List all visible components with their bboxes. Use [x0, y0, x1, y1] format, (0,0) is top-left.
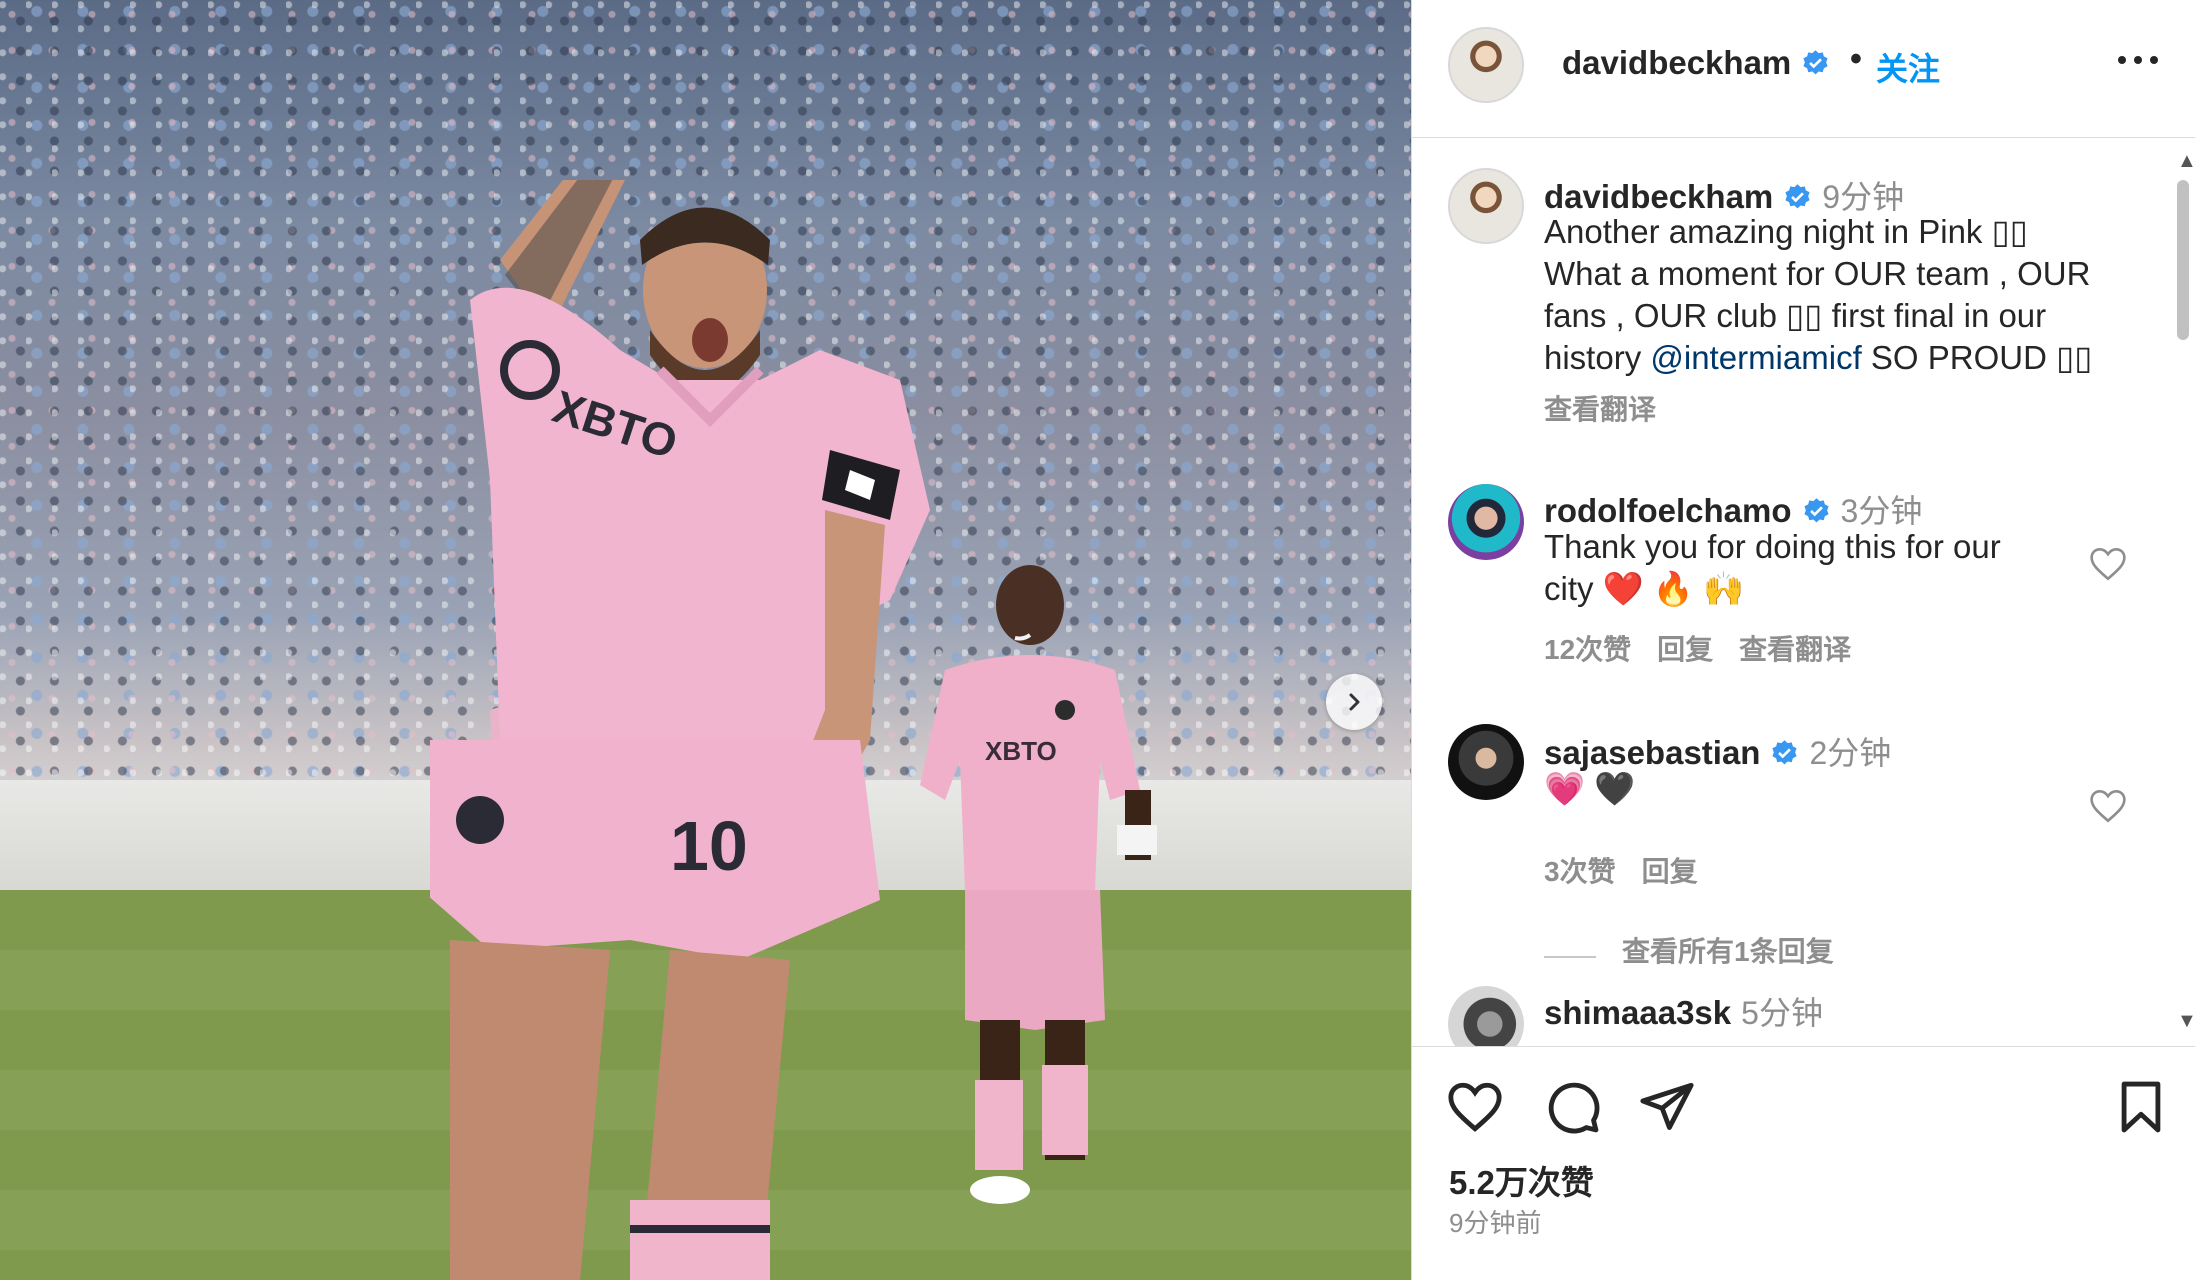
svg-text:10: 10: [670, 807, 748, 885]
caption-line: fans , OUR club ▯▯ first final in our: [1544, 297, 2047, 334]
comment-username[interactable]: rodolfoelchamo: [1544, 492, 1792, 529]
comment-username[interactable]: sajasebastian: [1544, 734, 1760, 771]
verified-badge-icon: [1772, 740, 1798, 765]
heart-icon[interactable]: [1446, 1078, 1504, 1136]
scroll-up-arrow-icon[interactable]: ▲: [2177, 150, 2195, 173]
caption-line: history @intermiamicf SO PROUD ▯▯: [1544, 337, 2164, 379]
comment-time: 5分钟: [1741, 995, 1823, 1031]
verified-badge-icon: [1803, 498, 1829, 523]
comment-avatar[interactable]: [1448, 986, 1524, 1046]
comments-scroll-area[interactable]: davidbeckham 9分钟 Another amazing night in…: [1412, 138, 2195, 1046]
author-avatar[interactable]: [1448, 27, 1524, 103]
comment-like-heart-icon[interactable]: [2088, 788, 2128, 824]
post-side-panel: davidbeckham • 关注 davidbeckham 9分钟 Anothe…: [1411, 0, 2195, 1280]
verified-badge-icon: [1803, 50, 1828, 75]
comment-time: 2分钟: [1809, 735, 1892, 771]
caption-line-text: SO PROUD ▯▯: [1861, 339, 2093, 376]
caption-line-text: history: [1544, 339, 1651, 376]
view-replies-line: [1544, 955, 1596, 958]
comment-line: city ❤️ 🔥 🙌: [1544, 570, 1745, 607]
more-horizontal-icon[interactable]: [2116, 50, 2160, 70]
paper-plane-icon[interactable]: [1638, 1078, 1696, 1136]
comment-reply-button[interactable]: 回复: [1642, 856, 1698, 887]
header-separator-dot: •: [1850, 40, 1862, 78]
comment-item: shimaaa3sk 5分钟: [1412, 984, 2195, 1046]
comment-username[interactable]: shimaaa3sk: [1544, 994, 1731, 1031]
main-player-celebrating: XBTO 10: [430, 180, 930, 1280]
caption-text: Another amazing night in Pink ▯▯ What a …: [1544, 211, 2164, 379]
comment-reply-button[interactable]: 回复: [1657, 634, 1713, 665]
comment-text: 💗 🖤: [1544, 770, 1636, 807]
comment-like-heart-icon[interactable]: [2088, 546, 2128, 582]
posted-time[interactable]: 9分钟前: [1449, 1203, 1541, 1240]
comment-likes-count[interactable]: 12次赞: [1544, 634, 1631, 665]
comment-meta-row: 3次赞 回复: [1544, 850, 1724, 890]
mention-link[interactable]: @intermiamicf: [1650, 339, 1861, 376]
caption-username[interactable]: davidbeckham: [1544, 178, 1773, 215]
follow-button[interactable]: 关注: [1876, 44, 1940, 90]
verified-badge-icon: [1785, 184, 1810, 209]
comment-header-row: shimaaa3sk 5分钟: [1544, 988, 1823, 1034]
comment-bubble-icon[interactable]: [1544, 1078, 1602, 1136]
chevron-right-icon: [1349, 693, 1360, 711]
caption-block: davidbeckham 9分钟 Another amazing night in…: [1412, 138, 2195, 438]
comment-item: sajasebastian 2分钟 💗 🖤 3次赞 回复 查看所有1条回复: [1412, 716, 2195, 967]
header-username-text[interactable]: davidbeckham: [1562, 44, 1791, 81]
caption-line: Another amazing night in Pink ▯▯: [1544, 213, 2028, 250]
bookmark-icon[interactable]: [2112, 1078, 2170, 1136]
caption-line: What a moment for OUR team , OUR: [1544, 255, 2091, 292]
next-image-button[interactable]: [1326, 674, 1382, 730]
comment-time: 3分钟: [1840, 493, 1923, 529]
view-replies-row[interactable]: 查看所有1条回复: [1544, 930, 1834, 970]
comment-line: Thank you for doing this for our: [1544, 528, 2001, 565]
scroll-down-arrow-icon[interactable]: ▼: [2177, 1010, 2195, 1033]
comment-likes-count[interactable]: 3次赞: [1544, 856, 1616, 887]
post-header: davidbeckham • 关注: [1412, 0, 2195, 138]
post-photo[interactable]: XBTO XBTO 10: [0, 0, 1411, 1280]
comment-translate-link[interactable]: 查看翻译: [1739, 634, 1851, 665]
comment-avatar[interactable]: [1448, 724, 1524, 800]
comment-meta-row: 12次赞 回复 查看翻译: [1544, 628, 1877, 668]
header-username[interactable]: davidbeckham: [1562, 44, 1830, 82]
caption-translate-link[interactable]: 查看翻译: [1544, 388, 1656, 428]
caption-time: 9分钟: [1822, 179, 1905, 215]
comment-avatar[interactable]: [1448, 484, 1524, 560]
likes-count[interactable]: 5.2万次赞: [1449, 1156, 1594, 1204]
caption-avatar[interactable]: [1448, 168, 1524, 244]
svg-text:XBTO: XBTO: [985, 736, 1057, 766]
view-replies-link[interactable]: 查看所有1条回复: [1622, 936, 1834, 967]
comment-text: Thank you for doing this for our city ❤️…: [1544, 526, 2001, 610]
scrollbar-thumb[interactable]: [2177, 180, 2189, 340]
